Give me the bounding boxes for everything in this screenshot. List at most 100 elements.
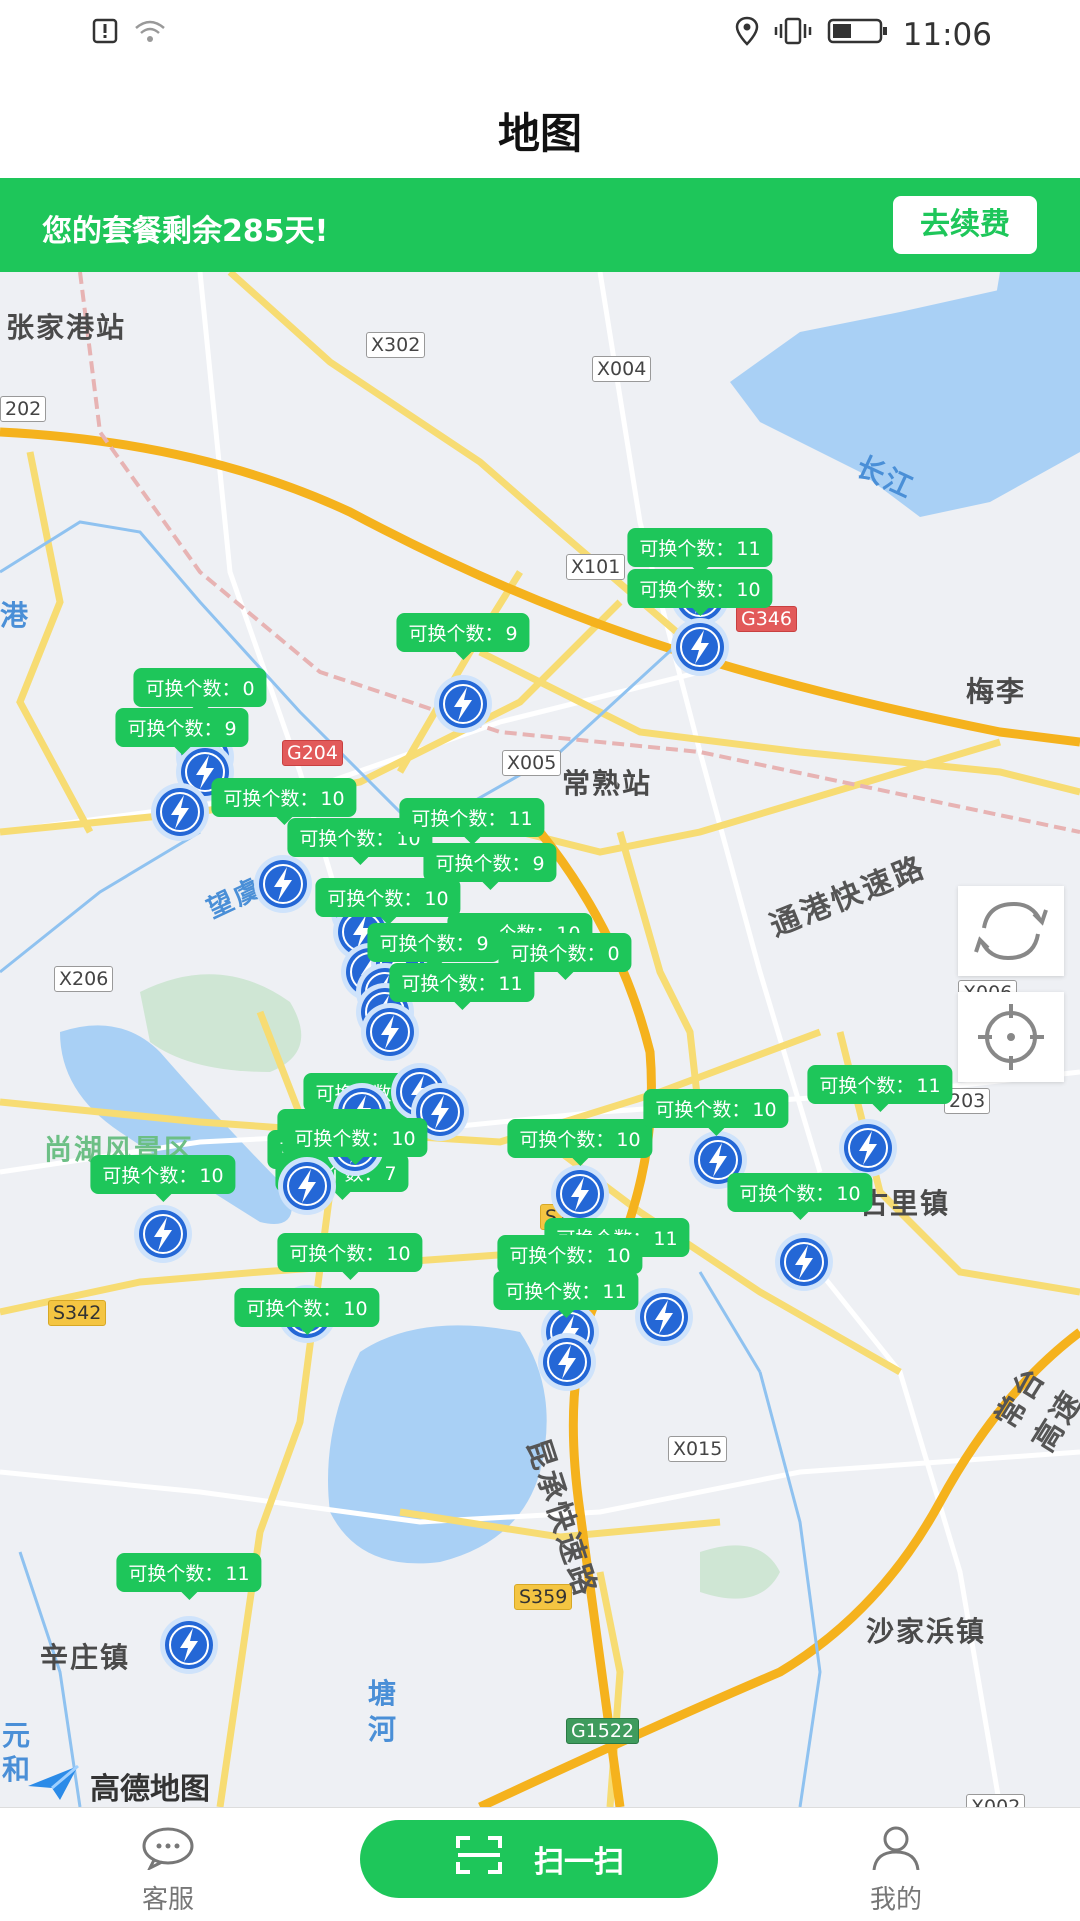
battery-count-bubble[interactable]: 可换个数：11 xyxy=(493,1271,639,1318)
count-label: 可换个数： xyxy=(294,1128,390,1150)
battery-count-bubble[interactable]: 可换个数：10 xyxy=(211,778,357,825)
road-tag: X015 xyxy=(668,1436,728,1462)
lightning-bolt-icon xyxy=(839,1119,897,1177)
count-label: 可换个数： xyxy=(819,1075,915,1097)
count-value: 9 xyxy=(224,718,237,740)
road-tag: S342 xyxy=(48,1300,107,1326)
count-label: 可换个数： xyxy=(639,538,735,560)
vibrate-icon xyxy=(773,16,813,54)
page-title: 地图 xyxy=(497,109,582,158)
count-label: 可换个数： xyxy=(289,1243,385,1265)
charging-station-pin[interactable] xyxy=(536,1331,598,1393)
count-label: 可换个数： xyxy=(246,1298,342,1320)
paper-plane-icon xyxy=(26,1762,80,1807)
battery-count-bubble[interactable]: 可换个数：11 xyxy=(807,1065,953,1112)
scan-button[interactable]: 扫一扫 xyxy=(360,1820,718,1898)
charging-station-pin[interactable] xyxy=(773,1231,835,1293)
place-label: 塘 xyxy=(368,1677,399,1710)
charging-station-pin[interactable] xyxy=(549,1163,611,1225)
map-provider-logo: 高德地图 xyxy=(26,1762,210,1807)
tab-label: 客服 xyxy=(141,1885,194,1915)
count-value: 11 xyxy=(653,1228,678,1250)
charging-station-pin[interactable] xyxy=(359,1001,421,1063)
lightning-bolt-icon xyxy=(134,1205,192,1263)
charging-station-pin[interactable] xyxy=(158,1614,220,1676)
map-view[interactable]: 张家港站 常熟站 梅李 尚湖风景区 古里镇 沙家浜镇 辛庄镇 塘 河 元 和 长… xyxy=(0,272,1080,1807)
count-value: 9 xyxy=(476,933,489,955)
crosshair-icon xyxy=(958,1004,1064,1086)
user-profile-icon xyxy=(868,1826,924,1877)
road-tag: X206 xyxy=(54,966,114,992)
charging-station-pin[interactable] xyxy=(432,673,494,735)
battery-count-bubble[interactable]: 可换个数：10 xyxy=(643,1089,789,1136)
battery-count-bubble[interactable]: 可换个数：10 xyxy=(234,1288,380,1335)
road-tag: G204 xyxy=(282,740,343,766)
count-label: 可换个数： xyxy=(379,933,475,955)
battery-count-bubble[interactable]: 可换个数：9 xyxy=(367,923,501,970)
count-value: 10 xyxy=(836,1183,861,1205)
refresh-map-button[interactable] xyxy=(958,886,1064,976)
battery-count-bubble[interactable]: 可换个数：9 xyxy=(396,613,530,660)
battery-count-bubble[interactable]: 可换个数：9 xyxy=(115,708,249,755)
charging-station-pin[interactable] xyxy=(252,853,314,915)
count-value: 10 xyxy=(391,1128,416,1150)
battery-count-bubble[interactable]: 可换个数：9 xyxy=(423,843,557,890)
count-label: 可换个数： xyxy=(223,788,319,810)
count-label: 可换个数： xyxy=(519,1129,615,1151)
lightning-bolt-icon xyxy=(151,783,209,841)
battery-count-bubble[interactable]: 可换个数：10 xyxy=(497,1235,643,1282)
battery-count-bubble[interactable]: 可换个数：11 xyxy=(399,798,545,845)
battery-count-bubble[interactable]: 可换个数：11 xyxy=(389,963,535,1010)
lightning-bolt-icon xyxy=(551,1165,609,1223)
count-value: 0 xyxy=(242,678,255,700)
charging-station-pin[interactable] xyxy=(633,1286,695,1348)
road-tag: X004 xyxy=(592,356,652,382)
count-value: 11 xyxy=(602,1281,627,1303)
count-label: 可换个数： xyxy=(655,1099,751,1121)
count-value: 10 xyxy=(386,1243,411,1265)
tab-mine[interactable]: 我的 xyxy=(868,1826,924,1916)
lightning-bolt-icon xyxy=(254,855,312,913)
battery-count-bubble[interactable]: 可换个数：10 xyxy=(507,1119,653,1166)
battery-count-bubble[interactable]: 可换个数： 0 xyxy=(133,668,267,715)
lightning-bolt-icon xyxy=(671,618,729,676)
locate-me-button[interactable] xyxy=(958,992,1064,1082)
battery-icon xyxy=(827,16,889,54)
battery-count-bubble[interactable]: 可换个数：10 xyxy=(90,1155,236,1202)
battery-count-bubble[interactable]: 可换个数：11 xyxy=(116,1553,262,1600)
scan-label: 扫一扫 xyxy=(534,1845,624,1880)
map-provider-name: 高德地图 xyxy=(90,1772,210,1807)
bottom-tab-bar: 客服 扫一扫 我的 xyxy=(0,1807,1080,1921)
charging-station-pin[interactable] xyxy=(149,781,211,843)
tab-customer-service[interactable]: 客服 xyxy=(140,1826,196,1916)
count-value: 7 xyxy=(384,1163,397,1185)
battery-count-bubble[interactable]: 可换个数：10 xyxy=(315,878,461,925)
lightning-bolt-icon xyxy=(160,1616,218,1674)
count-label: 可换个数： xyxy=(505,1281,601,1303)
count-label: 可换个数： xyxy=(411,808,507,830)
lightning-bolt-icon xyxy=(538,1333,596,1391)
battery-count-bubble[interactable]: 可换个数：10 xyxy=(627,569,773,616)
count-value: 9 xyxy=(505,623,518,645)
count-label: 可换个数： xyxy=(102,1165,198,1187)
renew-button[interactable]: 去续费 xyxy=(893,196,1037,254)
count-value: 11 xyxy=(225,1563,250,1585)
count-label: 可换个数： xyxy=(127,718,223,740)
count-label: 可换个数： xyxy=(510,943,606,965)
battery-count-bubble[interactable]: 可换个数：10 xyxy=(282,1118,428,1165)
battery-count-bubble[interactable]: 可换个数：10 xyxy=(727,1173,873,1220)
place-label: 古里镇 xyxy=(860,1187,951,1220)
count-value: 10 xyxy=(736,579,761,601)
count-value: 10 xyxy=(343,1298,368,1320)
title-bar: 地图 xyxy=(0,70,1080,178)
battery-count-bubble[interactable]: 可换个数：10 xyxy=(277,1233,423,1280)
count-value: 11 xyxy=(736,538,761,560)
lightning-bolt-icon xyxy=(434,675,492,733)
count-label: 可换个数： xyxy=(509,1245,605,1267)
charging-station-pin[interactable] xyxy=(837,1117,899,1179)
lightning-bolt-icon xyxy=(361,1003,419,1061)
charging-station-pin[interactable] xyxy=(132,1203,194,1265)
charging-station-pin[interactable] xyxy=(669,616,731,678)
lightning-bolt-icon xyxy=(635,1288,693,1346)
battery-count-bubble[interactable]: 可换个数：11 xyxy=(627,528,773,575)
